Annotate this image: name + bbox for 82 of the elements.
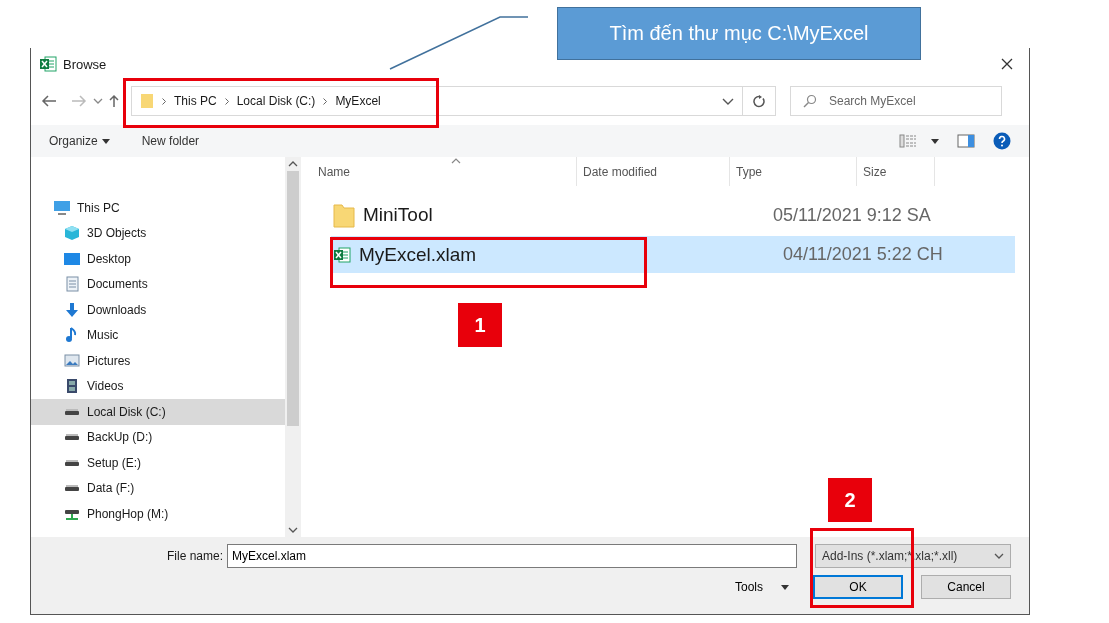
view-options-button[interactable] [899,134,939,148]
scrollbar[interactable] [285,157,301,537]
column-header[interactable]: Size [857,157,935,186]
caret-icon [931,138,939,144]
download-icon [63,301,81,318]
breadcrumb-item[interactable]: This PC [174,94,217,108]
sidebar-item[interactable]: This PC [31,195,285,221]
excel-icon [39,55,57,73]
file-row[interactable]: MyExcel.xlam 04/11/2021 5:22 CH [331,236,1015,273]
search-field[interactable]: Search MyExcel [790,86,1002,116]
help-button[interactable] [993,132,1011,150]
desktop-icon [63,250,81,267]
sidebar-item[interactable]: PhongHop (M:) [31,501,285,527]
excel-file-icon [333,245,351,264]
chevron-right-icon [323,97,328,105]
cancel-button[interactable]: Cancel [921,575,1011,599]
organize-menu[interactable]: Organize [49,134,110,148]
column-header[interactable]: Name [301,157,577,186]
file-row[interactable]: MiniTool 05/11/2021 9:12 SA [331,198,1015,232]
cube-icon [63,225,81,242]
step-badge: 1 [458,303,502,347]
tools-menu[interactable]: Tools [729,579,795,595]
preview-pane-icon [957,134,975,148]
column-header[interactable]: Type [730,157,857,186]
caret-icon [781,584,789,590]
list-view-icon [899,134,917,148]
sidebar-item[interactable]: Videos [31,373,285,399]
ok-button[interactable]: OK [813,575,903,599]
help-icon [993,132,1011,150]
up-button[interactable] [109,94,119,108]
close-icon [1001,57,1013,70]
sidebar-item[interactable]: BackUp (D:) [31,424,285,450]
drive-icon [65,459,79,466]
sidebar-item[interactable]: Music [31,322,285,348]
column-header[interactable]: Date modified [577,157,730,186]
scrollbar-thumb[interactable] [287,171,299,426]
chevron-down-icon [288,527,298,533]
folder-icon [140,93,154,109]
preview-pane-button[interactable] [957,134,975,148]
folder-icon [333,202,355,228]
chevron-up-icon [288,161,298,167]
step-badge: 2 [828,478,872,522]
sidebar-item[interactable]: Documents [31,271,285,297]
file-name-field[interactable]: MyExcel.xlam [227,544,797,568]
caret-icon [101,138,110,144]
sidebar-item[interactable]: Data (F:) [31,475,285,501]
address-bar[interactable]: This PC Local Disk (C:) MyExcel [131,86,743,116]
breadcrumb-item[interactable]: MyExcel [335,94,381,108]
callout-box: Tìm đến thư mục C:\MyExcel [557,7,921,60]
forward-arrow-icon [71,95,87,107]
sidebar-item[interactable]: Pictures [31,348,285,374]
window-title: Browse [63,56,108,72]
chevron-right-icon [162,97,166,105]
chevron-down-icon [722,97,734,105]
sidebar-item[interactable]: 3D Objects [31,220,285,246]
refresh-icon [752,94,766,108]
file-name: MiniTool [363,204,433,226]
new-folder-button[interactable]: New folder [141,134,200,148]
date-modified: 04/11/2021 5:22 CH [783,244,943,265]
recent-dropdown[interactable] [93,98,103,104]
sidebar-item[interactable]: Downloads [31,297,285,323]
back-arrow-icon [41,95,57,107]
breadcrumb-item[interactable]: Local Disk (C:) [236,94,316,108]
up-arrow-icon [109,94,119,108]
sidebar-item[interactable]: Local Disk (C:) [31,399,285,425]
refresh-button[interactable] [742,86,776,116]
search-icon [803,94,817,108]
computer-icon [53,199,71,216]
date-modified: 05/11/2021 9:12 SA [773,204,931,226]
sidebar-item[interactable]: Setup (E:) [31,450,285,476]
back-button[interactable] [41,95,57,107]
chevron-down-icon [93,98,103,104]
drive-icon [65,485,79,492]
file-name: MyExcel.xlam [359,243,477,266]
chevron-down-icon [994,553,1004,559]
sidebar-item[interactable]: Desktop [31,246,285,272]
chevron-right-icon [224,97,229,105]
drive-icon [65,408,79,415]
file-name-label: File name: [166,549,223,563]
picture-icon [63,352,81,369]
document-icon [63,276,81,293]
drive-icon [65,434,79,441]
